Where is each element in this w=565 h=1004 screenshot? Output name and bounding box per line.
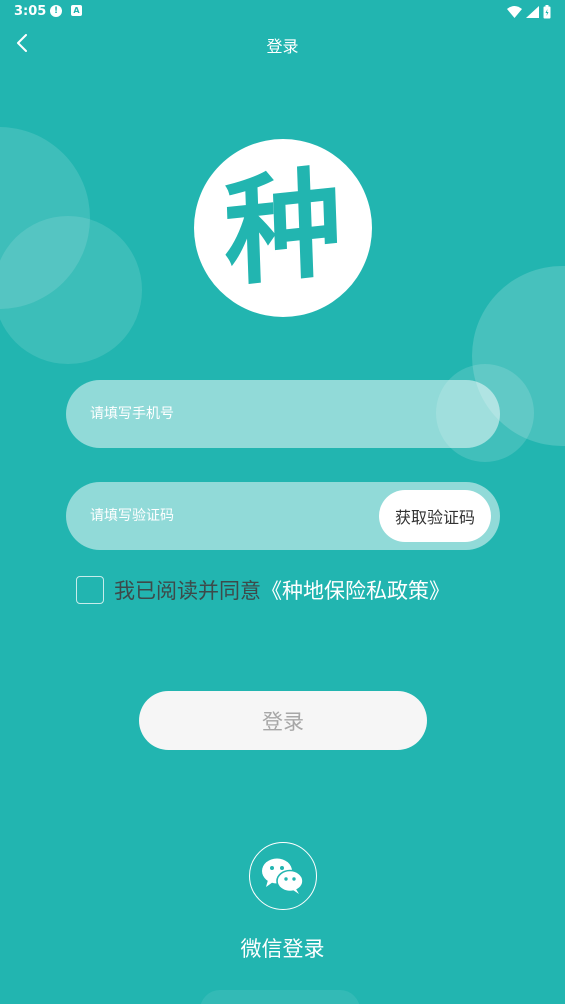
- phone-input[interactable]: [90, 380, 470, 448]
- battery-icon: [543, 5, 551, 19]
- page-title: 登录: [266, 37, 299, 56]
- agreement-row: 我已阅读并同意 《种地保险私政策》: [76, 574, 450, 606]
- logo-text: 种: [221, 152, 345, 304]
- agreement-checkbox[interactable]: [76, 576, 104, 604]
- app-logo: 种: [194, 139, 372, 317]
- privacy-policy-link[interactable]: 《种地保险私政策》: [261, 575, 450, 605]
- login-screen: 3:05 ! A 登录 种 请填写手机号 请填写验证码 获取验证码 我已阅读并同…: [0, 0, 565, 1004]
- alert-icon: !: [50, 5, 62, 17]
- status-time: 3:05: [14, 4, 47, 19]
- signal-icon: [526, 6, 539, 18]
- login-button[interactable]: 登录: [139, 691, 427, 750]
- nav-bar: 登录: [0, 24, 565, 62]
- decor-bubble: [0, 216, 142, 364]
- wifi-icon: [507, 6, 522, 18]
- status-bar: 3:05 ! A: [0, 0, 565, 24]
- a-icon: A: [71, 5, 82, 16]
- phone-field: [66, 380, 500, 448]
- agreement-text: 我已阅读并同意: [114, 579, 261, 603]
- code-field: 获取验证码: [66, 482, 500, 550]
- wechat-icon: [262, 858, 304, 894]
- status-icons: [507, 4, 551, 20]
- decor-bubble: [200, 990, 360, 1004]
- verification-code-input[interactable]: [90, 482, 370, 550]
- wechat-login-button[interactable]: [249, 842, 317, 910]
- get-code-button[interactable]: 获取验证码: [379, 490, 491, 542]
- wechat-login-label: 微信登录: [240, 937, 325, 961]
